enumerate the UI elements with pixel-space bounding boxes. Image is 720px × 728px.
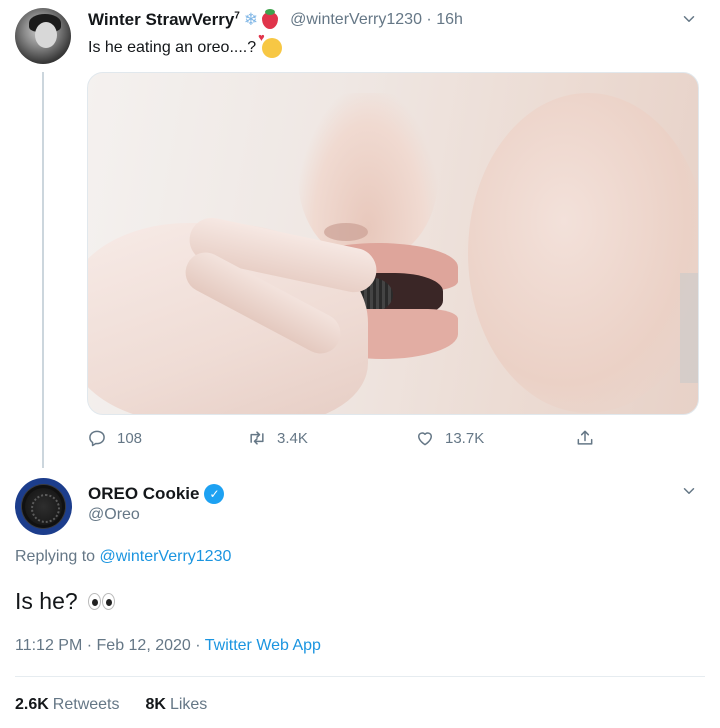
- user-handle[interactable]: @winterVerry1230 · 16h: [290, 11, 463, 29]
- snowflake-emoji-icon: ❄: [243, 10, 259, 29]
- reply-tweet-text: Is he?: [15, 588, 115, 615]
- reply-author[interactable]: OREO Cookie ✓: [88, 484, 225, 504]
- oreo-avatar[interactable]: [15, 478, 72, 535]
- display-name[interactable]: OREO Cookie: [88, 484, 199, 504]
- thread-connector-line: [42, 72, 44, 468]
- tweet-text: Is he eating an oreo....?: [88, 32, 283, 58]
- replying-to-link[interactable]: @winterVerry1230: [100, 548, 232, 565]
- strawberry-emoji-icon: [262, 8, 279, 29]
- retweet-button[interactable]: 3.4K: [247, 428, 308, 448]
- reply-button[interactable]: 108: [87, 428, 142, 448]
- retweet-count: 3.4K: [277, 429, 308, 447]
- tweet-meta: 11:12 PM · Feb 12, 2020 · Twitter Web Ap…: [15, 637, 321, 654]
- retweet-icon: [250, 431, 264, 445]
- tweet-photo[interactable]: [87, 72, 699, 415]
- tweet-time[interactable]: 16h: [436, 11, 463, 28]
- like-button[interactable]: 13.7K: [415, 428, 484, 448]
- user-handle[interactable]: @Oreo: [88, 506, 140, 524]
- reply-icon: [89, 430, 105, 447]
- tweet-source-link[interactable]: Twitter Web App: [205, 637, 321, 654]
- tweet-timestamp[interactable]: 11:12 PM · Feb 12, 2020: [15, 637, 191, 654]
- retweets-stat[interactable]: 2.6K Retweets: [15, 696, 120, 714]
- tweet-header: Winter StrawVerry7 ❄ @winterVerry1230 · …: [88, 8, 463, 30]
- name-superscript: 7: [234, 10, 240, 22]
- verified-badge-icon: ✓: [204, 484, 225, 504]
- heart-icon: [418, 432, 432, 446]
- eyes-emoji-icon: [87, 593, 115, 610]
- reply-count: 108: [117, 429, 143, 447]
- likes-stat[interactable]: 8K Likes: [146, 696, 208, 714]
- smiling-face-with-hearts-emoji-icon: [258, 32, 283, 58]
- like-count: 13.7K: [445, 429, 485, 447]
- chevron-down-icon[interactable]: [680, 482, 698, 500]
- share-button[interactable]: [575, 428, 595, 448]
- replying-to: Replying to @winterVerry1230: [15, 548, 232, 565]
- tweet-actions: 108 3.4K 13.7K: [87, 428, 607, 450]
- share-icon: [577, 430, 593, 445]
- divider: [15, 676, 705, 677]
- chevron-down-icon[interactable]: [680, 10, 698, 28]
- avatar[interactable]: [15, 8, 71, 64]
- tweet-stats: 2.6K Retweets 8K Likes: [15, 696, 207, 714]
- display-name[interactable]: Winter StrawVerry7: [88, 10, 240, 30]
